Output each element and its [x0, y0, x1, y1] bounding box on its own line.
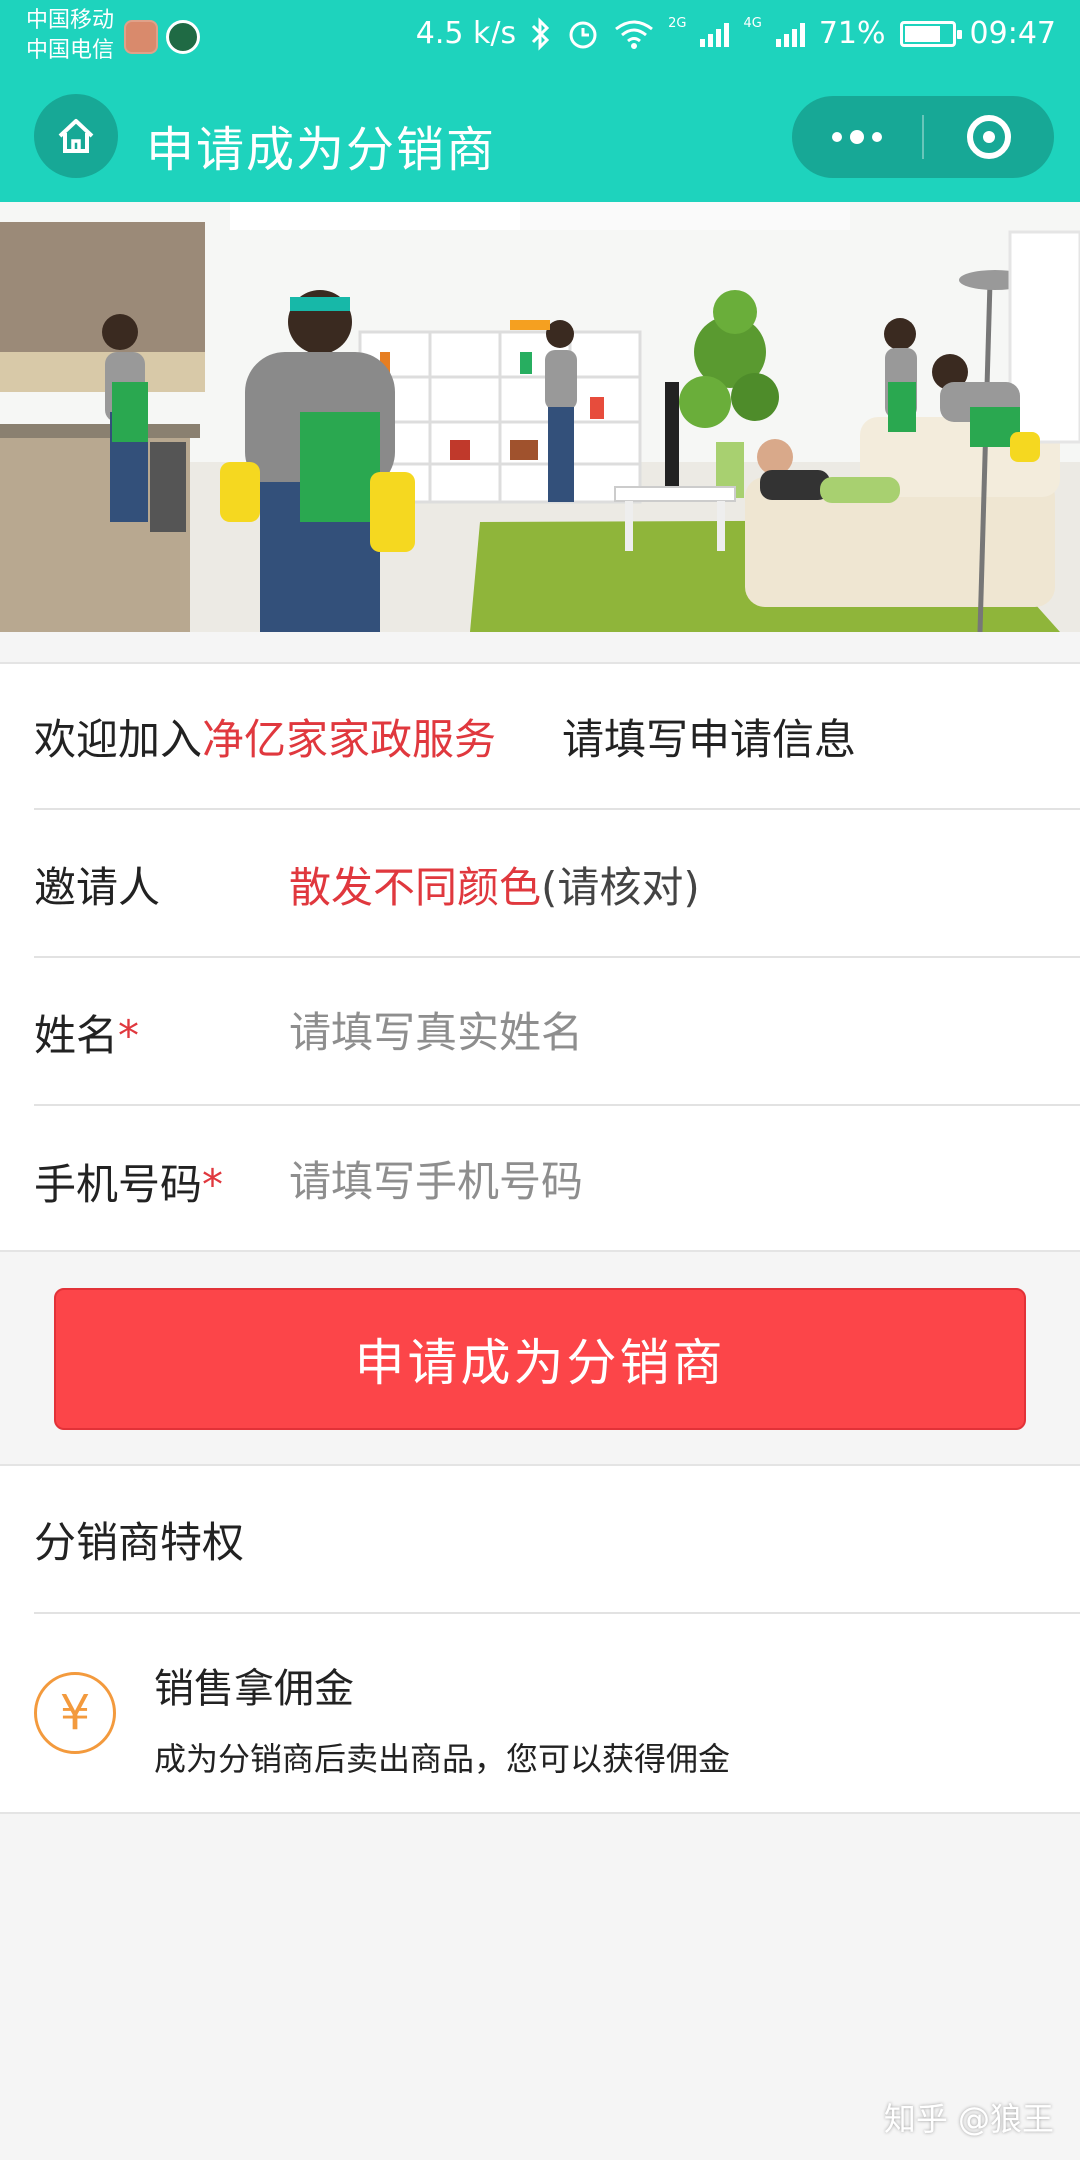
required-mark: * — [118, 1010, 140, 1060]
phone-input[interactable] — [289, 1156, 989, 1206]
notification-icons — [124, 20, 200, 54]
book-app-icon — [124, 20, 158, 54]
alarm-icon — [569, 21, 597, 48]
more-button[interactable] — [792, 96, 922, 178]
status-bar: 中国移动 中国电信 4.5 k/s 2G 4G 71% 09:47 — [0, 0, 1080, 80]
carrier-info: 中国移动 中国电信 — [26, 6, 114, 66]
home-button[interactable] — [34, 94, 118, 178]
apply-distributor-button[interactable]: 申请成为分销商 — [54, 1288, 1026, 1430]
miniprogram-capsule — [792, 96, 1054, 178]
apply-form: 欢迎加入 净亿家家政服务 请填写申请信息 邀请人 散发不同颜色 (请核对) 姓名… — [0, 662, 1080, 1252]
name-row: 姓名* — [34, 960, 1080, 1106]
phone-row: 手机号码* — [34, 1108, 1080, 1254]
nav-bar: 申请成为分销商 — [0, 80, 1080, 202]
company-name: 净亿家家政服务 — [202, 714, 497, 764]
privileges-section: 分销商特权 ¥ 销售拿佣金 成为分销商后卖出商品，您可以获得佣金 — [0, 1464, 1080, 1814]
home-icon — [58, 119, 94, 153]
inviter-note: (请核对) — [541, 862, 700, 912]
bluetooth-icon — [532, 16, 550, 51]
welcome-row: 欢迎加入 净亿家家政服务 请填写申请信息 — [34, 664, 1080, 810]
cleaning-scene-illustration — [0, 202, 1080, 632]
banner-image — [0, 202, 1080, 632]
net-speed: 4.5 k/s — [415, 16, 517, 51]
battery-fill — [904, 25, 941, 42]
name-input[interactable] — [289, 1007, 989, 1057]
inviter-label: 邀请人 — [34, 862, 161, 912]
carrier-1: 中国移动 — [26, 8, 115, 33]
close-button[interactable] — [924, 96, 1054, 178]
inviter-row: 邀请人 散发不同颜色 (请核对) — [34, 812, 1080, 958]
phone-label: 手机号码 — [34, 1159, 203, 1209]
more-dot-icon — [872, 132, 882, 142]
battery-percent: 71% — [818, 16, 886, 51]
status-indicators: 4.5 k/s 2G 4G 71% 09:47 — [416, 16, 1056, 51]
required-mark: * — [202, 1159, 224, 1209]
more-dot-icon — [832, 132, 842, 142]
carrier-2: 中国电信 — [26, 38, 115, 63]
signal-4g-icon — [775, 21, 805, 47]
inviter-value: 散发不同颜色 — [289, 862, 542, 912]
phone-label-wrap: 手机号码* — [34, 1151, 289, 1212]
name-label: 姓名 — [34, 1010, 119, 1060]
welcome-prefix: 欢迎加入 — [34, 714, 203, 764]
page-title: 申请成为分销商 — [146, 122, 497, 178]
privileges-title: 分销商特权 — [34, 1466, 1080, 1614]
net-4g-label: 4G — [743, 16, 762, 31]
app-notification-icon — [166, 20, 200, 54]
privilege-item-title: 销售拿佣金 — [154, 1666, 354, 1712]
watermark: 知乎 @狼王 — [883, 2100, 1054, 2138]
privilege-item-desc: 成为分销商后卖出商品，您可以获得佣金 — [154, 1740, 731, 1778]
clock: 09:47 — [969, 16, 1056, 51]
battery-icon — [899, 20, 962, 47]
yen-icon: ¥ — [34, 1672, 116, 1754]
net-2g-label: 2G — [668, 16, 687, 31]
name-label-wrap: 姓名* — [34, 1002, 289, 1063]
welcome-hint: 请填写申请信息 — [562, 714, 857, 764]
signal-2g-icon — [700, 21, 730, 47]
wifi-icon — [615, 20, 654, 49]
close-target-icon — [967, 115, 1011, 159]
more-dot-icon — [850, 130, 864, 144]
